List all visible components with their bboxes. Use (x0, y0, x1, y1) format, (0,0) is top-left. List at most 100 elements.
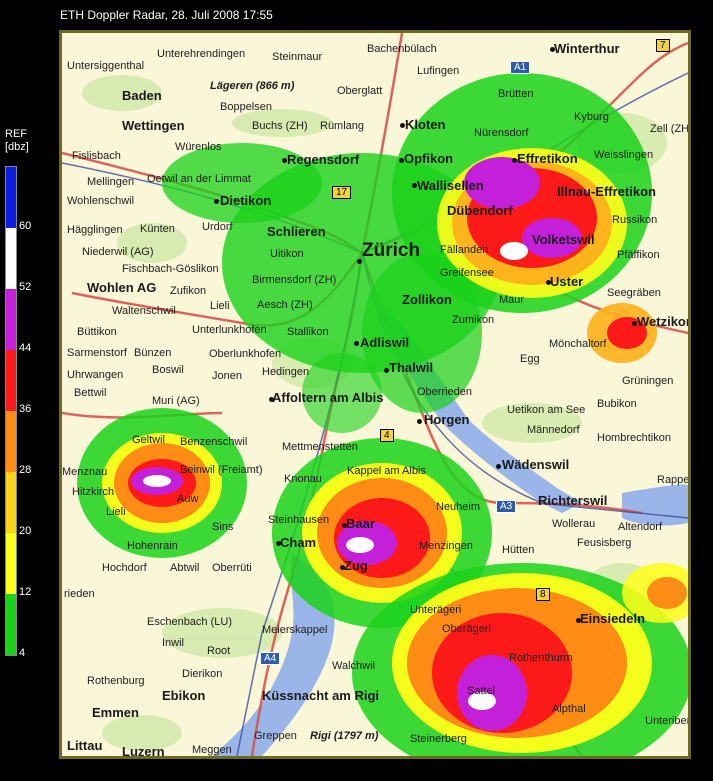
place-label-dubendorf: Dübendorf (447, 203, 513, 218)
place-label-inwil: Inwil (162, 637, 185, 649)
place-label-fislisbach: Fislisbach (72, 150, 121, 162)
place-label-unterehrendingen: Unterehrendingen (157, 48, 246, 60)
place-label-aesch: Aesch (ZH) (257, 299, 313, 311)
place-label-kappel: Kappel am Albis (347, 465, 426, 477)
place-label-bunzen: Bünzen (134, 347, 172, 359)
place-label-hohenrain: Hohenrain (127, 540, 178, 552)
place-label-hutten: Hütten (502, 544, 535, 556)
legend-unit-ref: REF (5, 128, 27, 140)
place-label-lufingen: Lufingen (417, 65, 460, 77)
legend-unit-dbz: [dbz] (5, 141, 29, 153)
legend-swatch (6, 167, 16, 228)
town-marker (576, 618, 581, 623)
place-label-weisslingen: Weisslingen (594, 149, 654, 161)
town-marker (282, 158, 287, 163)
place-label-lieli: Lieli (210, 300, 230, 312)
place-label-oetwil: Oetwil an der Limmat (147, 173, 251, 185)
place-label-zurich: Zürich (362, 240, 421, 261)
legend-tick: 12 (19, 586, 32, 598)
place-label-illnau: Illnau-Effretikon (557, 184, 656, 199)
place-label-greppen: Greppen (254, 730, 297, 742)
town-marker (399, 158, 404, 163)
place-label-wohlen: Wohlen AG (87, 280, 157, 295)
town-marker (276, 541, 281, 546)
place-label-rothenburg: Rothenburg (87, 675, 145, 687)
place-label-boppelsen: Boppelsen (220, 101, 272, 113)
place-label-bettwil: Bettwil (74, 387, 107, 399)
place-label-winterthur: Winterthur (554, 41, 620, 56)
road-shield-r4: 4 (380, 429, 394, 442)
place-label-uster: Uster (550, 274, 584, 289)
place-label-buttikon: Büttikon (77, 326, 117, 338)
legend-swatch (6, 289, 16, 350)
radar-map[interactable]: Unterehrendingen Steinmaur Bachenbülach Win… (62, 33, 688, 756)
place-label-lieli2: Lieli (106, 506, 126, 518)
place-label-seegraben: Seegräben (607, 287, 661, 299)
place-label-steinmaur: Steinmaur (272, 51, 323, 63)
place-label-schlieren: Schlieren (267, 224, 326, 239)
place-label-wadenswil: Wädenswil (502, 457, 570, 472)
place-label-unterlunkhofen: Unterlunkhofen (192, 324, 267, 336)
legend-swatch (6, 472, 16, 533)
place-label-menzingen: Menzingen (419, 540, 473, 552)
place-label-wurenlos: Würenlos (175, 141, 222, 153)
place-label-alpthal: Alpthal (552, 703, 586, 715)
place-label-rappe: Rappe (657, 474, 690, 486)
town-marker (546, 280, 551, 285)
place-label-menznau: Menznau (62, 466, 108, 478)
place-label-abtwil: Abtwil (170, 562, 200, 574)
legend-swatch (6, 350, 16, 411)
place-label-sarmenstorf: Sarmenstorf (67, 347, 127, 359)
town-marker (354, 341, 359, 346)
place-label-zug: Zug (344, 558, 368, 573)
place-label-ebikon: Ebikon (162, 688, 206, 703)
town-marker (550, 47, 555, 52)
place-label-horgen: Horgen (424, 412, 470, 427)
place-label-thalwil: Thalwil (389, 360, 434, 375)
place-label-hombrechtikon: Hombrechtikon (597, 432, 671, 444)
place-label-kunten: Künten (140, 223, 175, 235)
town-marker (400, 123, 405, 128)
town-marker (340, 565, 345, 570)
place-label-wallisellen: Wallisellen (417, 178, 484, 193)
place-label-bubikon: Bubikon (597, 398, 637, 410)
road-shield-a4: A4 (260, 652, 281, 665)
place-label-kyburg: Kyburg (574, 111, 609, 123)
place-label-rothenthurm: Rothenthurm (509, 652, 573, 664)
legend-tick: 60 (19, 220, 32, 232)
town-marker (632, 321, 637, 326)
place-label-kussnacht: Küssnacht am Rigi (262, 688, 380, 703)
place-label-eschenbach: Eschenbach (LU) (147, 616, 232, 628)
legend-swatch (6, 228, 16, 289)
place-label-oberrieden: Oberrieden (417, 386, 473, 398)
radar-title: ETH Doppler Radar, 28. Juli 2008 17:55 (60, 8, 273, 22)
place-label-baar: Baar (346, 516, 375, 531)
place-label-zufikon: Zufikon (170, 285, 207, 297)
place-label-altendorf: Altendorf (618, 521, 663, 533)
road-shield-r17: 17 (332, 186, 352, 199)
town-marker (512, 158, 517, 163)
place-label-fallanden: Fällanden (440, 244, 489, 256)
place-label-russikon: Russikon (612, 214, 658, 226)
map-frame: Unterehrendingen Steinmaur Bachenbülach Win… (59, 30, 691, 759)
place-label-gruningen: Grüningen (622, 375, 674, 387)
place-label-unterageri: Unterägeri (410, 604, 462, 616)
place-label-mellingen: Mellingen (87, 176, 135, 188)
legend-swatch (6, 594, 16, 655)
place-label-maur: Maur (499, 294, 525, 306)
place-label-regensdorf: Regensdorf (287, 152, 360, 167)
place-label-knonau: Knonau (284, 473, 322, 485)
town-marker (417, 419, 422, 424)
place-label-lagern: Lägeren (866 m) (210, 80, 295, 92)
place-label-steinhausen: Steinhausen (268, 514, 330, 526)
road-shield-r8: 8 (536, 588, 550, 601)
place-label-mettmenstetten: Mettmenstetten (282, 441, 358, 453)
place-label-neuheim: Neuheim (436, 501, 481, 513)
place-label-egg: Egg (520, 353, 540, 365)
road-shield-a3: A3 (496, 500, 517, 513)
place-label-beinwil: Beinwil (Freiamt) (180, 464, 263, 476)
place-label-unteriberg: Unteriberg (645, 715, 691, 727)
place-label-effretikon: Effretikon (517, 151, 578, 166)
place-label-birmensdorf: Birmensdorf (ZH) (252, 274, 337, 286)
town-marker (357, 259, 362, 264)
